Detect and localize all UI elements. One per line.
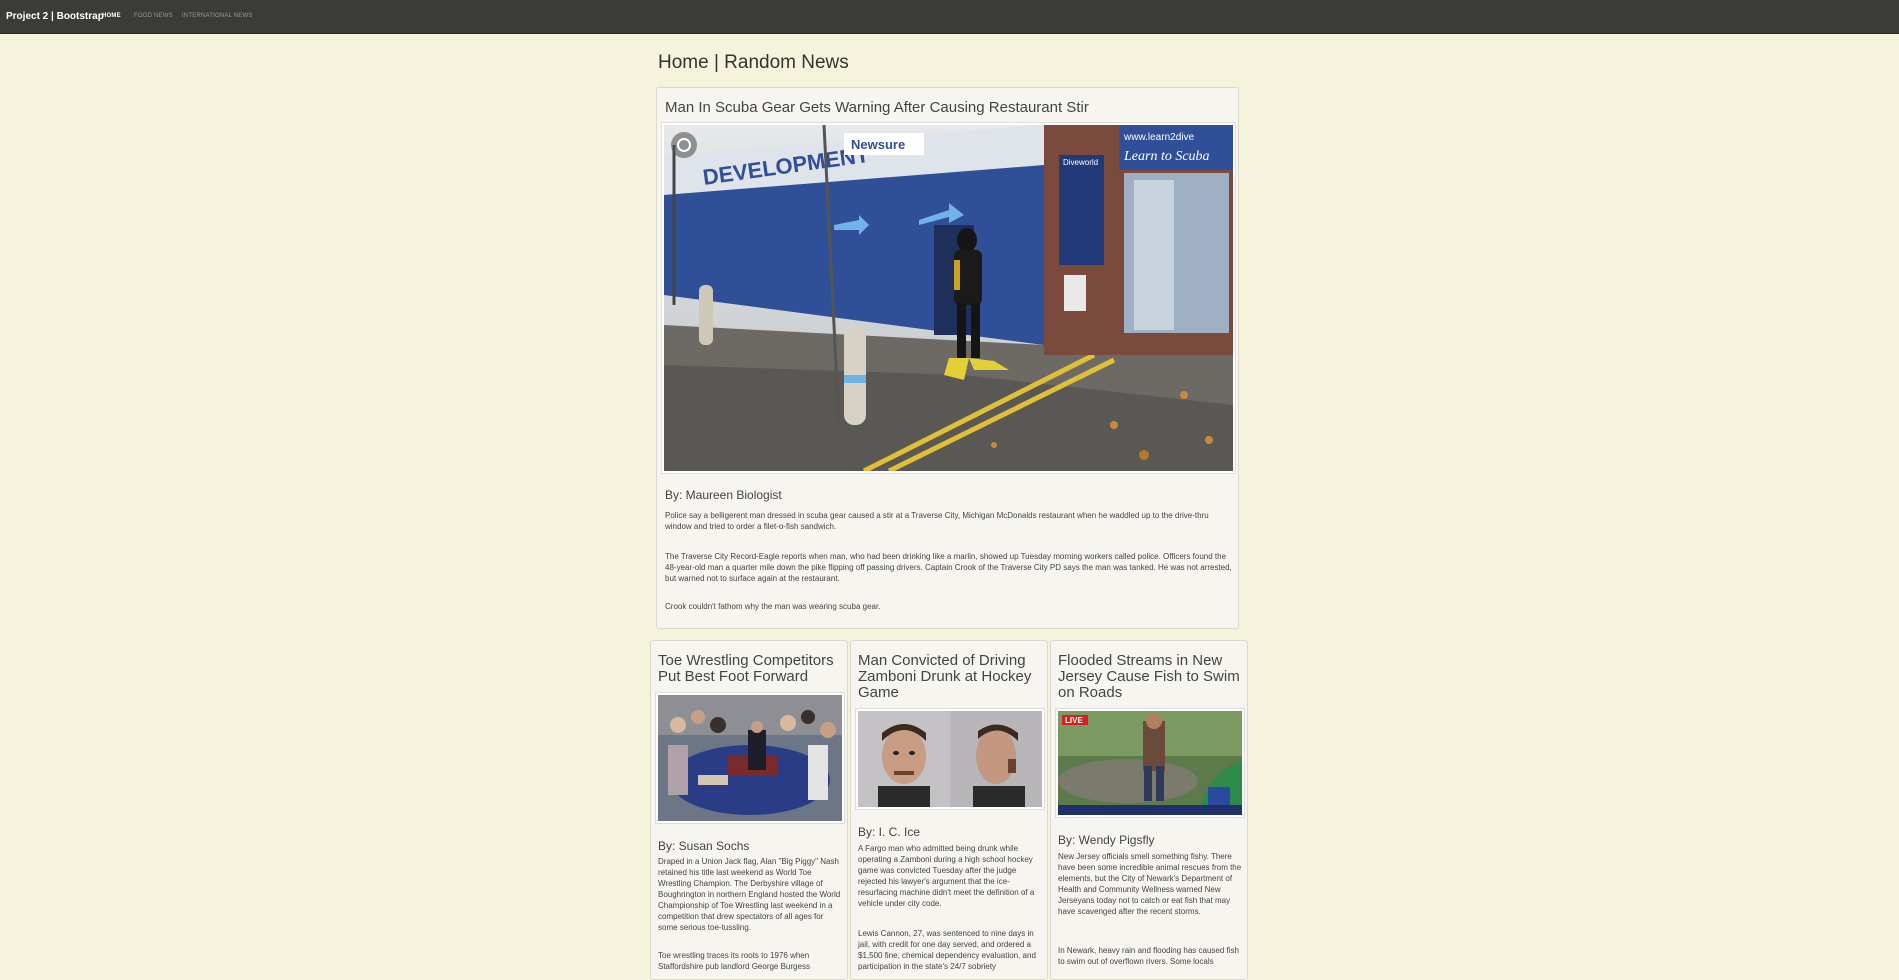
article-image [655, 692, 845, 824]
main-article-byline: By: Maureen Biologist [665, 488, 782, 502]
photo-sign-url: www.learn2dive [1123, 132, 1194, 143]
nav-international-news[interactable]: INTERNATIONAL NEWS [182, 13, 253, 19]
article-title[interactable]: Toe Wrestling Competitors Put Best Foot … [658, 653, 843, 685]
main-article-paragraph: Crook couldn't fathom why the man was we… [665, 602, 881, 611]
streetview-control-icon [671, 132, 697, 158]
article-title[interactable]: Man Convicted of Driving Zamboni Drunk a… [858, 653, 1043, 701]
article-paragraph: Lewis Cannon, 27, was sentenced to nine … [858, 929, 1036, 971]
article-image: LIVE [1055, 708, 1245, 818]
main-article-paragraph: The Traverse City Record-Eagle reports w… [665, 552, 1232, 583]
navbar: Project 2 | Bootstrap HOME FOOD NEWS INT… [0, 0, 1899, 34]
article-card: Flooded Streams in New Jersey Cause Fish… [1050, 640, 1248, 980]
article-paragraph: Toe wrestling traces its roots to 1976 w… [658, 951, 810, 971]
article-card: Man Convicted of Driving Zamboni Drunk a… [850, 640, 1048, 980]
article-card: Toe Wrestling Competitors Put Best Foot … [650, 640, 848, 980]
article-paragraph: A Fargo man who admitted being drunk whi… [858, 844, 1035, 908]
nav-home[interactable]: HOME [102, 13, 121, 19]
brand-link[interactable]: Project 2 | Bootstrap [6, 11, 104, 22]
main-article-paragraph: Police say a belligerent man dressed in … [665, 511, 1209, 531]
article-byline: By: Wendy Pigsfly [1058, 833, 1155, 847]
page-title: Home | Random News [658, 52, 849, 73]
article-paragraph: Draped in a Union Jack flag, Alan "Big P… [658, 857, 841, 932]
photo-sign-diveworld: Diveworld [1063, 158, 1098, 167]
article-image [855, 708, 1045, 810]
main-article-title[interactable]: Man In Scuba Gear Gets Warning After Cau… [665, 99, 1225, 116]
nav-food-news[interactable]: FOOD NEWS [134, 13, 173, 19]
article-byline: By: I. C. Ice [858, 825, 921, 839]
photo-sign-store: Newsure [851, 137, 905, 152]
article-paragraph: In Newark, heavy rain and flooding has c… [1058, 946, 1239, 966]
main-article-image: DEVELOPMENT Newsure Diveworld www.learn2… [661, 122, 1236, 474]
article-title[interactable]: Flooded Streams in New Jersey Cause Fish… [1058, 653, 1243, 701]
article-byline: By: Susan Sochs [658, 839, 750, 853]
article-paragraph: New Jersey officials smell something fis… [1058, 852, 1242, 916]
photo-sign-learn: Learn to Scuba [1123, 149, 1210, 164]
live-badge-text: LIVE [1065, 716, 1083, 725]
main-article-card: Man In Scuba Gear Gets Warning After Cau… [656, 87, 1239, 629]
